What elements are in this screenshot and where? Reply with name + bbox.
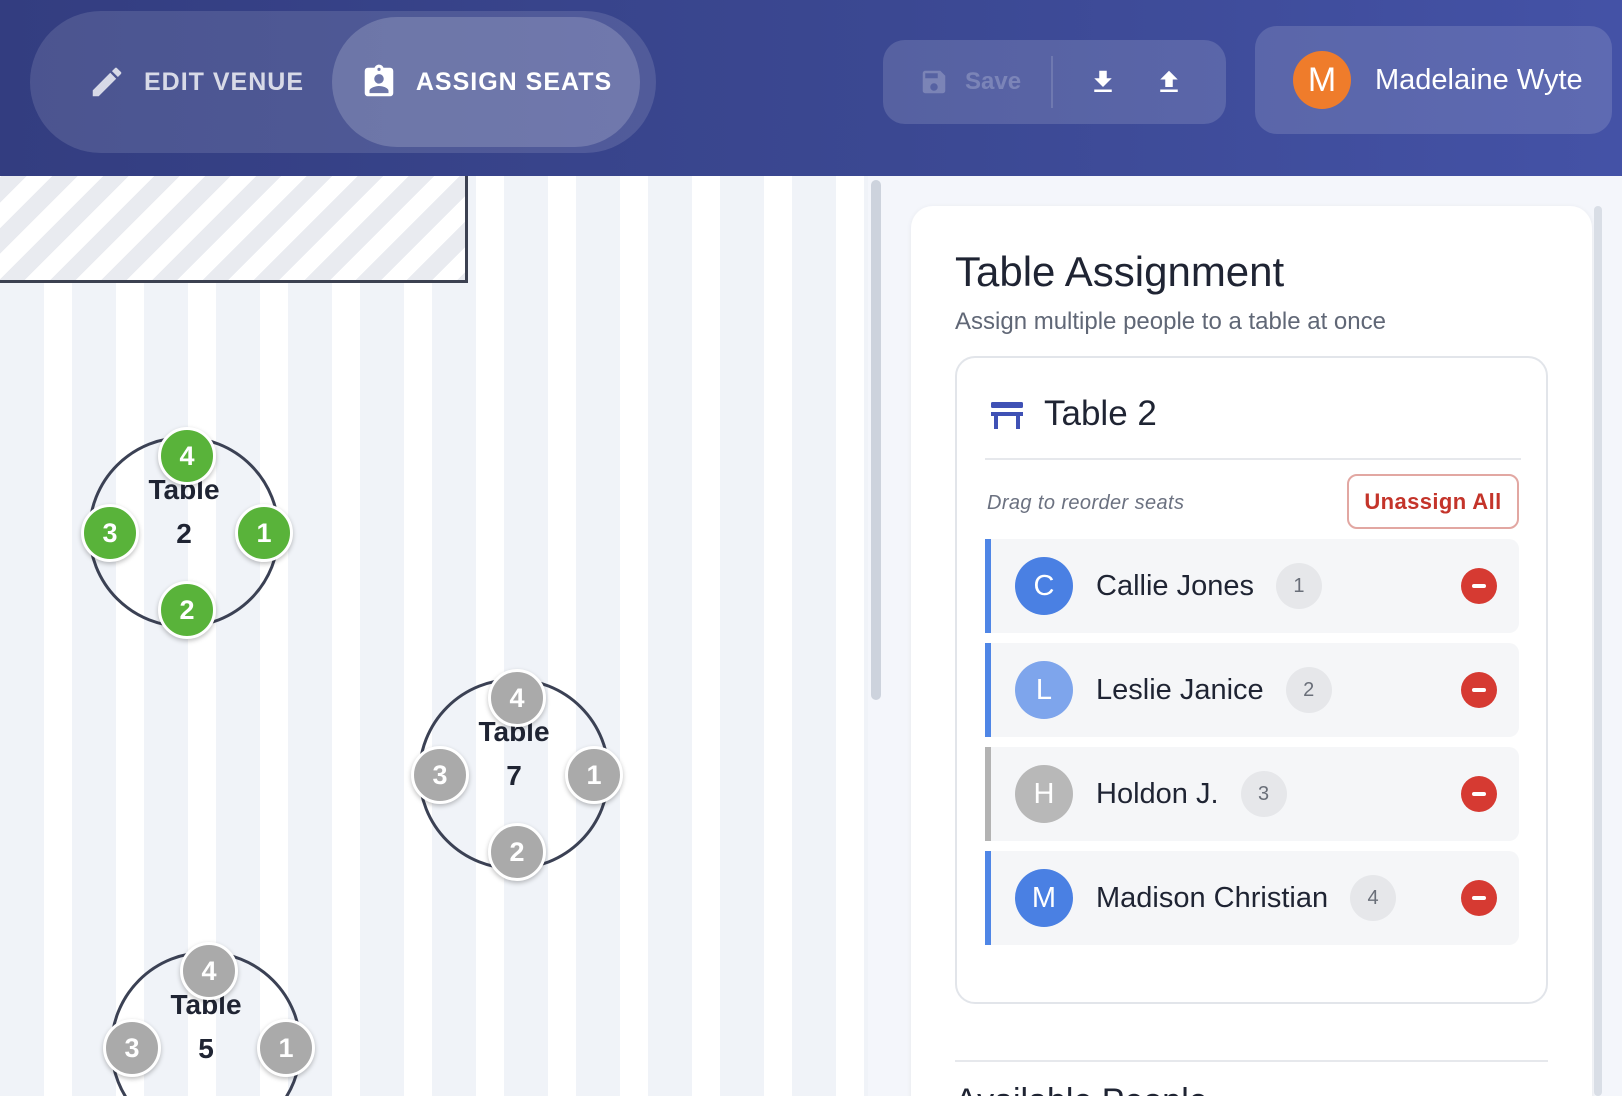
person-name: Madison Christian xyxy=(1096,881,1329,914)
seat-3[interactable]: 3 xyxy=(103,1019,161,1077)
panel-title: Table Assignment xyxy=(955,248,1285,295)
app-header: EDIT VENUE ASSIGN SEATS Save M Madelaine… xyxy=(0,0,1622,176)
remove-button[interactable] xyxy=(1461,880,1497,916)
toolbar-divider xyxy=(1051,56,1053,108)
download-icon xyxy=(1094,70,1112,92)
available-people-heading: Available People xyxy=(955,1082,1208,1096)
seat-number-badge: 2 xyxy=(1285,667,1332,713)
user-menu[interactable]: M Madelaine Wyte xyxy=(1255,26,1612,134)
file-actions: Save xyxy=(883,40,1226,124)
mode-switcher: EDIT VENUE ASSIGN SEATS xyxy=(30,11,656,153)
seat-number-badge: 3 xyxy=(1240,771,1287,817)
card-title: Table 2 xyxy=(1044,394,1157,433)
venue-canvas[interactable]: Table 2 4 1 2 3 Table 7 4 1 2 3 Table 5 … xyxy=(0,176,868,1096)
minus-icon xyxy=(1472,688,1486,692)
minus-icon xyxy=(1472,584,1486,588)
card-divider xyxy=(985,458,1521,460)
seat-4[interactable]: 4 xyxy=(488,669,546,727)
upload-button[interactable] xyxy=(1147,60,1191,104)
floppy-icon xyxy=(922,70,946,94)
table-label-number: 2 xyxy=(176,518,192,549)
remove-button[interactable] xyxy=(1461,672,1497,708)
seat-3[interactable]: 3 xyxy=(411,746,469,804)
panel-subtitle: Assign multiple people to a table at onc… xyxy=(955,308,1386,335)
seat-3[interactable]: 3 xyxy=(81,504,139,562)
table-label-number: 7 xyxy=(506,760,522,791)
upload-icon xyxy=(1160,70,1178,92)
assign-seats-button[interactable]: ASSIGN SEATS xyxy=(332,17,640,147)
download-button[interactable] xyxy=(1081,60,1125,104)
edit-venue-label: EDIT VENUE xyxy=(143,67,305,96)
save-button[interactable]: Save xyxy=(919,40,1021,124)
seat-number-badge: 1 xyxy=(1275,563,1322,609)
assign-seats-label: ASSIGN SEATS xyxy=(415,67,613,96)
remove-button[interactable] xyxy=(1461,776,1497,812)
seat-1[interactable]: 1 xyxy=(565,746,623,804)
user-name: Madelaine Wyte xyxy=(1375,63,1583,96)
seat-row[interactable]: M Madison Christian 4 xyxy=(985,851,1519,945)
stage-area[interactable] xyxy=(0,176,468,283)
person-name: Leslie Janice xyxy=(1096,673,1264,706)
person-name: Holdon J. xyxy=(1096,777,1219,810)
minus-icon xyxy=(1472,792,1486,796)
seat-number-badge: 4 xyxy=(1350,875,1397,921)
seat-2[interactable]: 2 xyxy=(158,581,216,639)
edit-venue-button[interactable]: EDIT VENUE xyxy=(70,17,322,147)
unassign-all-button[interactable]: Unassign All xyxy=(1347,474,1519,529)
seat-2[interactable]: 2 xyxy=(488,823,546,881)
badge-icon xyxy=(364,64,394,97)
canvas-scrollbar[interactable] xyxy=(871,180,881,700)
avatar: M xyxy=(1015,869,1073,927)
person-name: Callie Jones xyxy=(1096,569,1254,602)
remove-button[interactable] xyxy=(1461,568,1497,604)
reorder-hint: Drag to reorder seats xyxy=(987,492,1185,514)
panel-scrollbar[interactable] xyxy=(1594,206,1602,1096)
seat-1[interactable]: 1 xyxy=(257,1019,315,1077)
table-label-number: 5 xyxy=(198,1033,214,1064)
seat-4[interactable]: 4 xyxy=(158,427,216,485)
minus-icon xyxy=(1472,896,1486,900)
avatar: C xyxy=(1015,557,1073,615)
seat-row[interactable]: L Leslie Janice 2 xyxy=(985,643,1519,737)
pencil-icon xyxy=(92,67,122,97)
table-card: Table 2 Drag to reorder seats Unassign A… xyxy=(955,356,1548,1004)
avatar: M xyxy=(1293,51,1351,109)
table-icon xyxy=(991,402,1023,429)
save-label: Save xyxy=(965,68,1022,95)
seat-4[interactable]: 4 xyxy=(180,942,238,1000)
seat-1[interactable]: 1 xyxy=(235,504,293,562)
seat-row[interactable]: C Callie Jones 1 xyxy=(985,539,1519,633)
avatar: L xyxy=(1015,661,1073,719)
section-divider xyxy=(955,1060,1548,1062)
seat-row[interactable]: H Holdon J. 3 xyxy=(985,747,1519,841)
avatar: H xyxy=(1015,765,1073,823)
